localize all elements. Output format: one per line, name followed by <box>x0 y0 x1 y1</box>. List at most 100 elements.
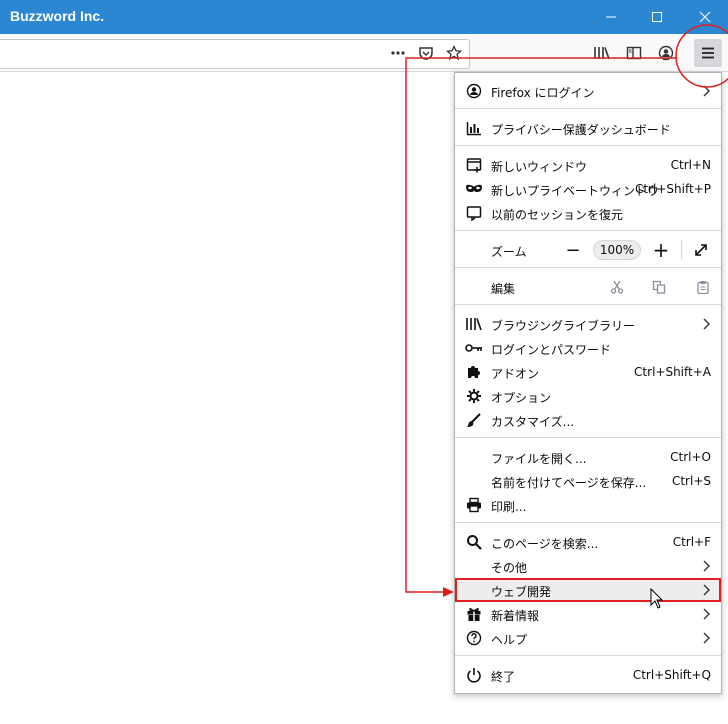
copy-button[interactable] <box>647 275 671 299</box>
menu-item-print[interactable]: 印刷... <box>455 493 721 517</box>
minimize-icon <box>606 16 616 18</box>
menu-item-shortcut: Ctrl+Shift+A <box>634 365 711 379</box>
account-icon <box>465 82 483 100</box>
menu-item-new-window[interactable]: 新しいウィンドウ Ctrl+N <box>455 153 721 177</box>
fullscreen-button[interactable] <box>689 238 713 262</box>
printer-icon <box>465 496 483 514</box>
menu-item-options[interactable]: オプション <box>455 384 721 408</box>
chevron-right-icon <box>701 559 711 573</box>
cut-button[interactable] <box>605 275 629 299</box>
menu-item-firefox-login[interactable]: Firefox にログイン <box>455 79 721 103</box>
maximize-icon <box>652 12 662 22</box>
menu-item-label: アドオン <box>491 367 540 381</box>
menu-item-restore-session[interactable]: 以前のセッションを復元 <box>455 201 721 225</box>
new-window-icon <box>465 156 483 174</box>
menu-item-help[interactable]: ヘルプ <box>455 626 721 650</box>
key-icon <box>465 339 483 357</box>
library-icon <box>465 315 483 333</box>
menu-separator <box>455 522 721 523</box>
menu-item-addons[interactable]: アドオン Ctrl+Shift+A <box>455 360 721 384</box>
window-title: Buzzword Inc. <box>10 8 105 24</box>
menu-item-label: 終了 <box>491 670 516 684</box>
menu-item-exit[interactable]: 終了 Ctrl+Shift+Q <box>455 663 721 687</box>
menu-separator <box>455 655 721 656</box>
menu-item-zoom: ズーム − 100% + <box>455 238 721 262</box>
menu-item-new-private-window[interactable]: 新しいプライベートウィンドウ Ctrl+Shift+P <box>455 177 721 201</box>
close-button[interactable] <box>682 0 728 34</box>
menu-item-label: 以前のセッションを復元 <box>491 208 624 222</box>
menu-item-shortcut: Ctrl+F <box>672 535 711 549</box>
arrowhead-icon <box>443 587 454 597</box>
menu-item-label: このページを検索... <box>491 537 599 551</box>
chevron-right-icon <box>701 631 711 645</box>
plus-icon: + <box>652 238 670 262</box>
menu-item-label: その他 <box>491 561 528 575</box>
fullscreen-icon <box>695 244 707 256</box>
zoom-reset-button[interactable]: 100% <box>593 240 641 260</box>
pocket-icon[interactable] <box>414 41 438 65</box>
minimize-button[interactable] <box>588 0 634 34</box>
menu-item-label: オプション <box>491 391 552 405</box>
menu-item-label: 新しいウィンドウ <box>491 160 588 174</box>
zoom-in-button[interactable]: + <box>649 238 673 262</box>
help-question-icon <box>465 629 483 647</box>
zoom-label: ズーム <box>491 245 527 259</box>
title-bar: Buzzword Inc. <box>0 0 728 34</box>
chevron-right-icon <box>701 84 711 98</box>
edit-label: 編集 <box>491 282 516 296</box>
scissors-icon <box>610 280 624 294</box>
zoom-divider <box>681 240 682 260</box>
menu-item-shortcut: Ctrl+Shift+P <box>635 182 711 196</box>
menu-item-label: ログインとパスワード <box>491 343 612 357</box>
more-dots-icon[interactable] <box>386 41 410 65</box>
paste-icon <box>697 281 709 294</box>
bar-chart-icon <box>465 119 483 137</box>
menu-item-shortcut: Ctrl+Shift+Q <box>632 668 711 682</box>
menu-item-label: ブラウジングライブラリー <box>491 319 636 333</box>
menu-item-open-file[interactable]: ファイルを開く... Ctrl+O <box>455 445 721 469</box>
chevron-right-icon <box>701 607 711 621</box>
puzzle-piece-icon <box>465 363 483 381</box>
menu-item-privacy-dashboard[interactable]: プライバシー保護ダッシュボード <box>455 116 721 140</box>
gift-icon <box>465 605 483 623</box>
chevron-right-icon <box>701 317 711 331</box>
menu-item-label: 印刷... <box>491 500 527 514</box>
zoom-out-button[interactable]: − <box>561 238 585 262</box>
menu-item-customize[interactable]: カスタマイズ... <box>455 408 721 432</box>
account-icon[interactable] <box>654 41 678 65</box>
close-icon <box>699 11 711 23</box>
copy-icon <box>652 280 666 294</box>
menu-item-label: ファイルを開く... <box>491 452 587 466</box>
menu-item-shortcut: Ctrl+O <box>670 450 711 464</box>
app-menu-panel: Firefox にログイン プライバシー保護ダッシュボード 新しいウィンドウ C… <box>454 72 722 694</box>
search-icon <box>465 533 483 551</box>
menu-separator <box>455 304 721 305</box>
paste-button[interactable] <box>691 275 715 299</box>
menu-item-label: プライバシー保護ダッシュボード <box>491 123 671 137</box>
menu-item-library[interactable]: ブラウジングライブラリー <box>455 312 721 336</box>
menu-separator <box>455 267 721 268</box>
menu-item-shortcut: Ctrl+N <box>670 158 711 172</box>
menu-separator <box>455 437 721 438</box>
maximize-button[interactable] <box>634 0 680 34</box>
menu-item-save-page[interactable]: 名前を付けてページを保存... Ctrl+S <box>455 469 721 493</box>
menu-item-logins[interactable]: ログインとパスワード <box>455 336 721 360</box>
power-icon <box>465 666 483 684</box>
menu-item-shortcut: Ctrl+S <box>671 474 711 488</box>
hamburger-menu-button[interactable] <box>694 39 722 67</box>
menu-item-label: 新しいプライベートウィンドウ <box>491 184 660 198</box>
menu-item-label: 新着情報 <box>491 609 540 623</box>
bookmark-star-icon[interactable] <box>442 41 466 65</box>
menu-item-whats-new[interactable]: 新着情報 <box>455 602 721 626</box>
menu-separator <box>455 108 721 109</box>
library-icon[interactable] <box>590 41 614 65</box>
menu-item-find[interactable]: このページを検索... Ctrl+F <box>455 530 721 554</box>
paintbrush-icon <box>465 411 483 429</box>
menu-item-more[interactable]: その他 <box>455 554 721 578</box>
menu-item-label: 名前を付けてページを保存... <box>491 476 647 490</box>
sidebar-icon[interactable] <box>622 41 646 65</box>
menu-item-label: ヘルプ <box>491 633 528 647</box>
highlight-box <box>455 578 721 602</box>
menu-separator <box>455 230 721 231</box>
navigation-toolbar <box>0 34 728 72</box>
